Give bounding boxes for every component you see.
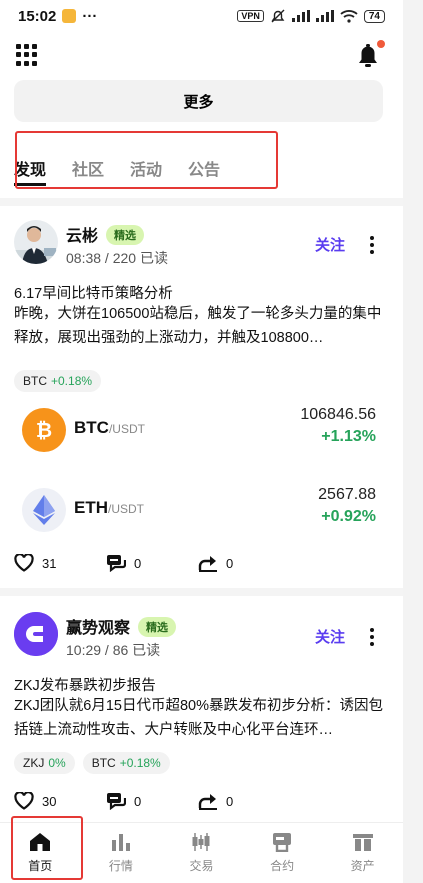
coin-row-eth[interactable]: ETH/USDT 2567.88 +0.92% — [14, 482, 376, 538]
notification-dot — [377, 40, 385, 48]
scrollbar-track — [403, 0, 423, 883]
apps-grid-icon[interactable] — [16, 44, 38, 66]
nav-market[interactable]: 行情 — [81, 823, 162, 883]
signal-icon — [291, 10, 310, 22]
coin-price: 106846.56 — [300, 406, 376, 423]
like-button[interactable]: 30 — [14, 792, 106, 810]
status-time: 15:02 — [18, 7, 57, 25]
more-options-icon[interactable] — [369, 236, 375, 254]
follow-button[interactable]: 关注 — [315, 234, 345, 255]
share-button[interactable]: 0 — [198, 554, 290, 572]
app-screen: 15:02 ··· VPN 74 更多 发现 社区 活动 公告 云彬 精选 08… — [0, 0, 403, 883]
author-avatar[interactable] — [14, 220, 58, 264]
coin-change: +1.13% — [321, 428, 376, 445]
coin-pair: ETH/USDT — [74, 498, 144, 517]
notification-app-icon — [62, 9, 77, 23]
featured-badge: 精选 — [138, 617, 177, 637]
post-body[interactable]: 昨晚，大饼在106500站稳后，触发了一轮多头力量的集中释放，展现出强劲的上涨动… — [14, 302, 384, 350]
heart-icon — [14, 792, 34, 810]
post-meta: 08:38 / 220 已读 — [66, 250, 168, 266]
coin-price: 2567.88 — [318, 486, 376, 503]
nav-trade[interactable]: 交易 — [161, 823, 242, 883]
nav-contract[interactable]: 合约 — [242, 823, 323, 883]
more-button[interactable]: 更多 — [14, 80, 383, 122]
like-button[interactable]: 31 — [14, 554, 106, 572]
vpn-icon: VPN — [237, 10, 264, 22]
coin-tag[interactable]: BTC +0.18% — [14, 370, 102, 392]
status-bar: 15:02 ··· VPN 74 — [0, 0, 403, 32]
signal-2-icon — [315, 10, 334, 22]
top-bar — [0, 36, 403, 76]
heart-icon — [14, 554, 34, 572]
tabs-highlight-box — [15, 131, 278, 189]
bitcoin-icon: ₿ — [22, 408, 66, 452]
comment-icon — [107, 555, 126, 572]
comment-button[interactable]: 0 — [106, 792, 198, 810]
author-avatar[interactable] — [14, 612, 58, 656]
notification-bell-icon[interactable] — [355, 40, 385, 70]
section-divider — [0, 198, 403, 206]
wallet-icon — [352, 834, 373, 851]
post-body[interactable]: ZKJ团队就6月15日代币超80%暴跌发布初步分析：诱因包括链上流动性攻击、大户… — [14, 694, 384, 742]
post-actions: 30 0 0 — [14, 792, 290, 810]
share-icon — [198, 794, 217, 810]
comment-button[interactable]: 0 — [106, 554, 198, 572]
author-name[interactable]: 云彬 精选 — [66, 222, 145, 246]
share-button[interactable]: 0 — [198, 792, 290, 810]
post-card[interactable]: 赢势观察 精选 10:29 / 86 已读 关注 ZKJ发布暴跌初步报告 ZKJ团… — [0, 596, 403, 822]
post-meta: 10:29 / 86 已读 — [66, 642, 161, 658]
contract-icon — [273, 833, 292, 852]
ethereum-icon — [22, 488, 66, 532]
featured-badge: 精选 — [106, 225, 145, 245]
author-name[interactable]: 赢势观察 精选 — [66, 614, 177, 638]
market-chart-icon — [111, 834, 130, 851]
post-tags: ZKJ 0% BTC +0.18% — [14, 752, 170, 774]
nav-assets[interactable]: 资产 — [322, 823, 403, 883]
coin-pair: BTC/USDT — [74, 418, 145, 437]
post-tags: BTC +0.18% — [14, 370, 102, 392]
wifi-icon — [340, 9, 358, 23]
post-actions: 31 0 0 — [14, 554, 290, 572]
coin-row-btc[interactable]: ₿ BTC/USDT 106846.56 +1.13% — [14, 402, 376, 458]
post-title[interactable]: 6.17早间比特币策略分析 — [14, 282, 173, 303]
post-card[interactable]: 云彬 精选 08:38 / 220 已读 关注 6.17早间比特币策略分析 昨晚，… — [0, 206, 403, 586]
section-divider — [0, 588, 403, 596]
coin-tag[interactable]: BTC +0.18% — [82, 752, 170, 774]
silent-bell-icon — [271, 9, 285, 23]
post-title[interactable]: ZKJ发布暴跌初步报告 — [14, 674, 156, 695]
share-icon — [198, 556, 217, 572]
more-options-icon[interactable] — [369, 628, 375, 646]
candlestick-icon — [192, 833, 210, 851]
follow-button[interactable]: 关注 — [315, 626, 345, 647]
coin-tag[interactable]: ZKJ 0% — [14, 752, 75, 774]
battery-icon: 74 — [363, 9, 385, 23]
home-highlight-box — [11, 816, 83, 880]
coin-change: +0.92% — [321, 508, 376, 525]
status-more-dots: ··· — [82, 7, 98, 25]
svg-text:₿: ₿ — [36, 418, 52, 442]
comment-icon — [107, 793, 126, 810]
